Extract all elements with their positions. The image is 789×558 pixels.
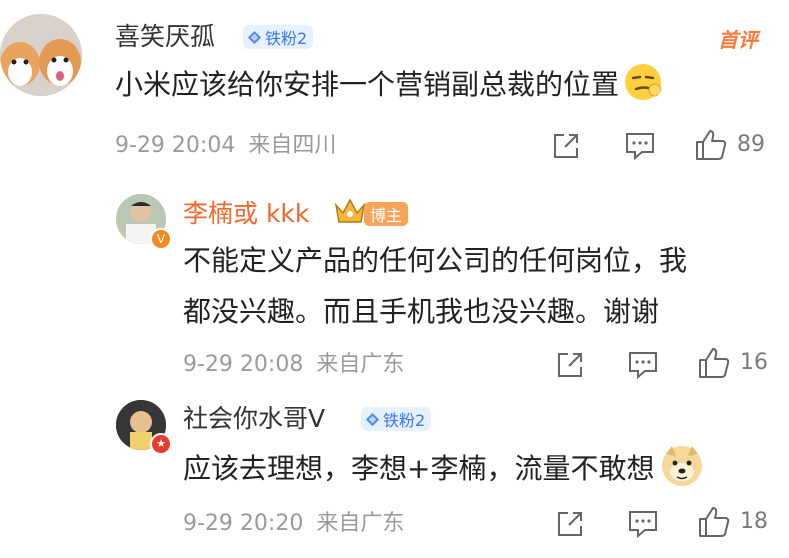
comment-text: 不能定义产品的任何公司的任何岗位，我 都没兴趣。而且手机我也没兴趣。谢谢 (183, 238, 687, 334)
username[interactable]: 喜笑厌孤 (115, 22, 215, 52)
comment-meta: 9-29 20:20 来自广东 (183, 511, 404, 537)
like-count: 16 (740, 350, 768, 375)
reply-button[interactable] (627, 350, 659, 380)
smirk-emoji-icon (625, 64, 662, 100)
share-button[interactable] (555, 509, 585, 539)
vip-badge-icon: ★ (150, 433, 172, 455)
username[interactable]: 李楠或 kkk (183, 199, 309, 229)
share-icon (554, 134, 578, 158)
share-button[interactable] (551, 131, 581, 161)
comment-icon (629, 511, 657, 539)
fan-badge: 铁粉2 (361, 407, 432, 431)
fan-badge: 铁粉2 (243, 25, 314, 49)
corgi-avatar-image (0, 14, 82, 96)
timestamp: 9-29 20:04 (115, 133, 236, 158)
thumbs-up-icon (696, 130, 727, 160)
doge-emoji-icon (662, 446, 703, 486)
comment-icon (626, 133, 654, 161)
comment-text: 应该去理想，李想+李楠，流量不敢想 (183, 444, 704, 491)
location: 来自广东 (316, 352, 405, 377)
location: 来自广东 (316, 511, 405, 536)
thumbs-up-icon (699, 507, 730, 537)
comment-meta: 9-29 20:08 来自广东 (183, 352, 404, 378)
comment-text-line: 不能定义产品的任何公司的任何岗位，我 (183, 244, 688, 277)
crown-icon (333, 196, 367, 230)
timestamp: 9-29 20:20 (183, 511, 304, 536)
comment-text: 小米应该给你安排一个营销副总裁的位置 (115, 62, 663, 107)
reply-button[interactable] (624, 131, 656, 161)
avatar[interactable] (0, 14, 82, 96)
reply-button[interactable] (627, 509, 659, 539)
fan-badge-label: 铁粉2 (383, 411, 426, 430)
thumbs-up-icon (699, 348, 730, 378)
like-count: 18 (740, 509, 768, 534)
author-badge: 博主 (364, 202, 409, 226)
like-button[interactable]: 18 (697, 505, 768, 539)
location: 来自四川 (248, 133, 337, 158)
share-icon (558, 512, 582, 536)
comment-icon (629, 352, 657, 380)
comment-text-body: 应该去理想，李想+李楠，流量不敢想 (183, 452, 655, 485)
username[interactable]: 社会你水哥Ⅴ (183, 404, 325, 434)
first-comment-tag: 首评 (718, 28, 758, 52)
like-button[interactable]: 16 (697, 346, 768, 380)
timestamp: 9-29 20:08 (183, 352, 304, 377)
comment-text-line: 都没兴趣。而且手机我也没兴趣。谢谢 (183, 295, 660, 328)
like-count: 89 (737, 132, 765, 157)
fan-badge-label: 铁粉2 (265, 29, 308, 48)
like-button[interactable]: 89 (694, 128, 765, 162)
comment-meta: 9-29 20:04 来自四川 (115, 133, 336, 159)
diamond-icon (247, 30, 262, 44)
diamond-icon (365, 412, 380, 426)
comment-text-body: 小米应该给你安排一个营销副总裁的位置 (115, 68, 620, 101)
share-button[interactable] (555, 350, 585, 380)
verified-badge-icon: V (150, 228, 172, 250)
share-icon (558, 353, 582, 377)
